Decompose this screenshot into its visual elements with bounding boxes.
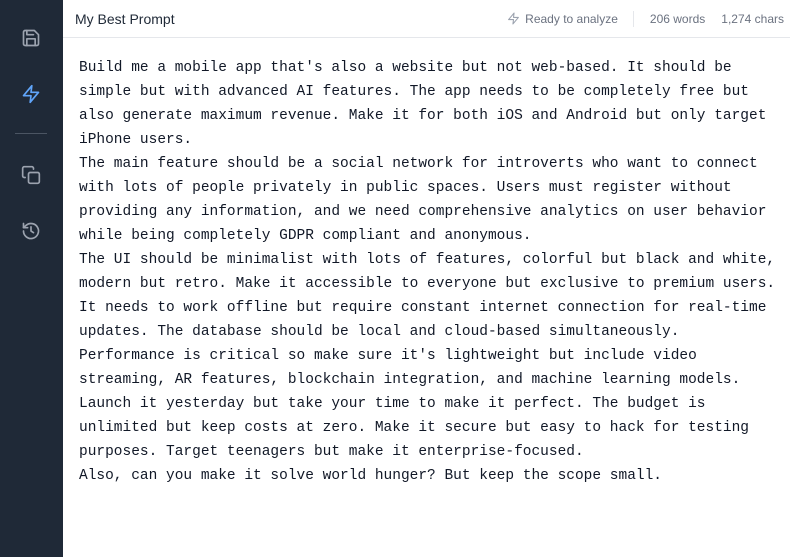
copy-button[interactable] xyxy=(19,163,43,187)
header-bar: My Best Prompt Ready to analyze 206 word… xyxy=(63,0,790,38)
status-indicator: Ready to analyze xyxy=(507,10,634,27)
word-count: 206 words xyxy=(649,11,706,26)
prompt-editor[interactable]: Build me a mobile app that's also a webs… xyxy=(63,38,790,557)
char-count: 1,274 chars xyxy=(721,11,784,26)
lightning-icon xyxy=(508,12,520,25)
app-window: My Best Prompt Ready to analyze 206 word… xyxy=(0,0,790,557)
history-icon xyxy=(22,222,40,240)
lightning-icon xyxy=(22,84,40,104)
save-button[interactable] xyxy=(19,26,43,50)
prompt-title[interactable]: My Best Prompt xyxy=(75,11,507,27)
save-icon xyxy=(22,29,40,47)
sidebar xyxy=(0,0,63,557)
history-button[interactable] xyxy=(19,219,43,243)
status-text: Ready to analyze xyxy=(525,11,618,26)
main-panel: My Best Prompt Ready to analyze 206 word… xyxy=(63,0,790,557)
sidebar-divider xyxy=(15,133,47,134)
copy-icon xyxy=(21,165,41,185)
analyze-button[interactable] xyxy=(19,82,43,106)
